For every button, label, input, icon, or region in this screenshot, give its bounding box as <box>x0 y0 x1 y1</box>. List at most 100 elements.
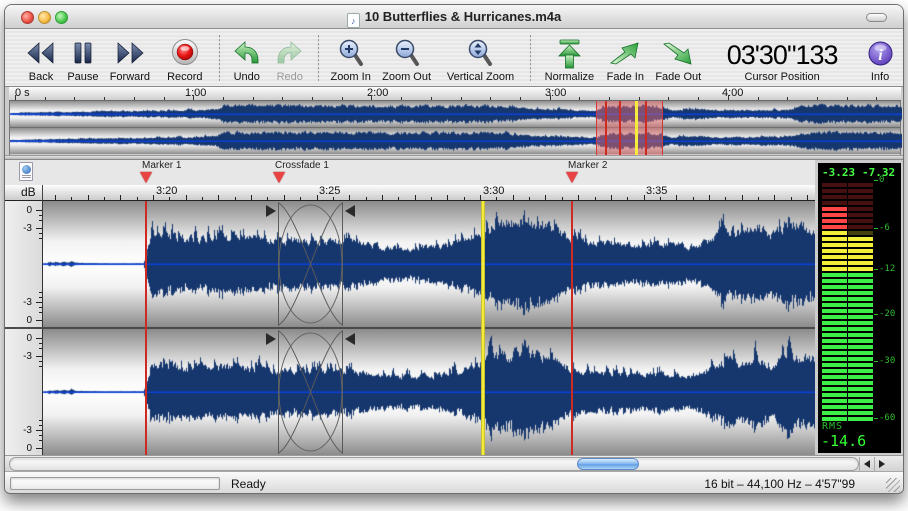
redo-icon <box>276 36 303 70</box>
marker-triangle-icon[interactable] <box>140 172 152 183</box>
zoom-out-button[interactable]: Zoom Out <box>377 33 437 83</box>
pause-button[interactable]: Pause <box>63 33 103 83</box>
ruler-tick <box>758 97 759 100</box>
back-button[interactable]: Back <box>19 33 63 83</box>
ruler-tick <box>104 197 105 200</box>
meter-led-segment <box>848 369 873 373</box>
fade-out-icon <box>663 36 693 70</box>
ruler-tick <box>431 97 432 100</box>
fade-out-button[interactable]: Fade Out <box>649 33 707 83</box>
undo-button[interactable]: Undo <box>226 33 268 83</box>
overview-waveform[interactable] <box>9 101 901 155</box>
meter-scale-label: -60 <box>879 413 895 423</box>
ruler-tick <box>609 97 610 100</box>
ruler-tick <box>644 195 645 200</box>
ruler-tick <box>104 97 105 100</box>
ruler-tick <box>595 197 596 200</box>
info-button[interactable]: i Info <box>857 33 903 83</box>
meter-led-segment <box>848 219 873 223</box>
document-proxy-icon[interactable] <box>19 162 33 181</box>
meter-led-segment <box>822 369 847 373</box>
meter-led-segment <box>822 327 847 331</box>
crossfade-left-handle-icon[interactable] <box>266 205 276 217</box>
ruler-tick <box>668 97 669 100</box>
meter-led-segment <box>848 285 873 289</box>
db-scale-label: 0 <box>26 315 32 326</box>
ruler-tick <box>342 97 343 100</box>
scrollbar-thumb[interactable] <box>577 458 639 470</box>
level-meter-panel: -3.23 -7.32 0-6-12-20-30-60 RMS -14.6 <box>818 163 901 453</box>
fade-in-button[interactable]: Fade In <box>601 33 649 83</box>
meter-led-segment <box>848 351 873 355</box>
ruler-tick <box>120 195 121 200</box>
meter-led-segment <box>848 297 873 301</box>
zoom-in-button[interactable]: Zoom In <box>325 33 377 83</box>
ruler-tick <box>382 195 383 200</box>
scrollbar-track[interactable] <box>9 457 859 471</box>
db-scale-label: -3 <box>23 351 32 362</box>
ruler-tick <box>742 195 743 200</box>
db-scale-tick <box>36 228 42 229</box>
ruler-tick <box>415 195 416 200</box>
ruler-tick <box>251 195 252 200</box>
editor-time-ruler[interactable]: dB 3:203:253:303:35 <box>5 185 815 201</box>
meter-led-segment <box>848 315 873 319</box>
forward-button[interactable]: Forward <box>103 33 157 83</box>
meter-led-segment <box>822 291 847 295</box>
ruler-tick <box>45 97 46 100</box>
crossfade-region[interactable] <box>265 201 356 327</box>
resize-grip[interactable] <box>886 478 900 492</box>
ruler-tick <box>639 97 640 100</box>
meter-led-segment <box>822 189 847 193</box>
toolbar-toggle-pill[interactable] <box>866 13 887 22</box>
meter-led-segment <box>822 207 847 211</box>
crossfade-region[interactable] <box>265 329 356 455</box>
record-button[interactable]: Record <box>157 33 213 83</box>
playback-cursor-line[interactable] <box>481 201 485 455</box>
overview-time-label: 4:00 <box>722 87 743 99</box>
scroll-left-button[interactable] <box>859 457 874 471</box>
toolbar: Back Pause Forward Record Undo Redo <box>5 29 903 87</box>
marker-triangle-icon[interactable] <box>273 172 285 183</box>
meter-led-segment <box>848 195 873 199</box>
db-scale-label: 0 <box>26 333 32 344</box>
meter-led-segment <box>848 363 873 367</box>
overview-timeline-ruler[interactable]: 0 s1:002:003:004:00 <box>9 87 901 101</box>
meter-led-segment <box>822 393 847 397</box>
db-scale-tick <box>39 440 42 441</box>
ruler-tick <box>55 195 56 200</box>
crossfade-right-handle-icon[interactable] <box>345 205 355 217</box>
meter-led-segment <box>848 267 873 271</box>
meter-led-segment <box>848 333 873 337</box>
meter-led-segment <box>848 207 873 211</box>
ruler-tick <box>774 195 775 200</box>
toolbar-separator <box>318 35 319 81</box>
ruler-tick <box>461 97 462 100</box>
horizontal-scrollbar <box>5 455 903 471</box>
crossfade-left-handle-icon[interactable] <box>266 333 276 345</box>
crossfade-right-handle-icon[interactable] <box>345 333 355 345</box>
rewind-icon <box>27 36 55 70</box>
overview-marker-line <box>605 101 607 155</box>
meter-led-segment <box>848 291 873 295</box>
ruler-tick <box>398 197 399 200</box>
redo-button[interactable]: Redo <box>268 33 312 83</box>
title-bar[interactable]: ♪10 Butterflies & Hurricanes.m4a <box>5 5 903 29</box>
meter-led-segment <box>848 255 873 259</box>
vertical-zoom-button[interactable]: Vertical Zoom <box>437 33 525 83</box>
marker-strip[interactable]: Marker 1Crossfade 1Marker 2 <box>5 160 815 185</box>
meter-led-segment <box>848 339 873 343</box>
ruler-tick <box>71 197 72 200</box>
waveform-area[interactable] <box>43 201 815 455</box>
overview-waveform-canvas <box>10 101 902 155</box>
ruler-tick <box>660 197 661 200</box>
scroll-right-button[interactable] <box>874 457 889 471</box>
svg-text:i: i <box>878 47 883 64</box>
meter-led-segment <box>848 375 873 379</box>
waveform-editor: 0-3-300-3-30 <box>5 201 815 455</box>
db-scale-label: 0 <box>26 205 32 216</box>
normalize-button[interactable]: Normalize <box>537 33 601 83</box>
normalize-icon <box>556 36 583 70</box>
marker-triangle-icon[interactable] <box>566 172 578 183</box>
audio-file-icon: ♪ <box>347 13 360 28</box>
